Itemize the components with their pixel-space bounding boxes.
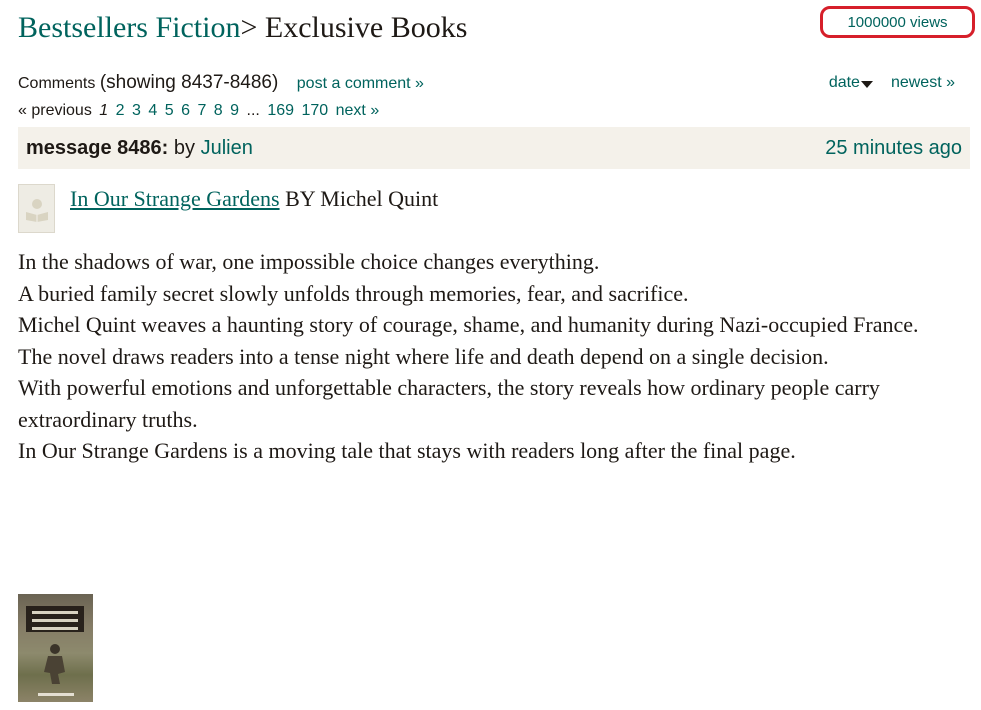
cover-figure [44, 644, 65, 684]
body-paragraph: The novel draws readers into a tense nig… [18, 343, 829, 369]
newest-link[interactable]: newest » [891, 72, 955, 94]
comments-range: (showing 8437-8486) [99, 72, 279, 93]
page-link-169[interactable]: 169 [267, 102, 294, 119]
views-count: 1000000 views [820, 6, 975, 38]
caret-down-icon[interactable] [860, 81, 873, 88]
page-title-text [257, 11, 265, 44]
message-header: message 8486: by Julien 25 minutes ago [18, 127, 970, 169]
post-comment-link[interactable]: post a comment » [297, 75, 424, 92]
page-link-9[interactable]: 9 [230, 102, 239, 119]
page-title: Bestsellers Fiction> Exclusive Books [18, 8, 467, 48]
body-paragraph: In the shadows of war, one impossible ch… [18, 249, 600, 274]
body-paragraph: Michel Quint weaves a haunting story of … [18, 312, 919, 337]
pagination: « previous 1 2 3 4 5 6 7 8 9 ... 169 170… [18, 100, 382, 122]
page-link-3[interactable]: 3 [132, 102, 141, 119]
breadcrumb-separator: > [240, 11, 258, 44]
group-link[interactable]: Bestsellers Fiction [18, 11, 240, 44]
message-meta: message 8486: by Julien [26, 137, 253, 160]
message-timestamp[interactable]: 25 minutes ago [825, 137, 962, 160]
book-icon [25, 198, 48, 222]
page-link-5[interactable]: 5 [165, 102, 174, 119]
cover-title-block [26, 606, 84, 632]
message-by: by [173, 136, 196, 159]
sort-controls: date newest » [829, 72, 955, 94]
body-paragraph: A buried family secret slowly unfolds th… [18, 280, 689, 306]
previous-page-label: « previous [18, 102, 92, 119]
message-number: message 8486: [26, 136, 169, 159]
comments-label: Comments [18, 75, 96, 92]
page-link-8[interactable]: 8 [214, 102, 223, 119]
date-sort-label[interactable]: date [829, 72, 860, 94]
message-body: In the shadows of war, one impossible ch… [18, 246, 968, 467]
author-link[interactable]: Julien [201, 137, 253, 159]
pagination-ellipsis: ... [246, 102, 260, 119]
book-reference: In Our Strange Gardens BY Michel Quint [70, 184, 438, 214]
page-link-6[interactable]: 6 [181, 102, 190, 119]
book-title-link[interactable]: In Our Strange Gardens [70, 186, 280, 211]
page-link-2[interactable]: 2 [116, 102, 125, 119]
next-page-link[interactable]: next » [336, 102, 380, 119]
date-sort-button[interactable]: date [829, 72, 873, 94]
comments-header: Comments (showing 8437-8486) post a comm… [18, 72, 424, 95]
page-link-7[interactable]: 7 [197, 102, 206, 119]
book-placeholder-icon[interactable] [18, 184, 55, 233]
page-link-4[interactable]: 4 [148, 102, 157, 119]
current-page: 1 [99, 102, 109, 119]
cover-author-strip [38, 693, 74, 696]
book-byline: BY Michel Quint [285, 186, 439, 211]
body-paragraph: With powerful emotions and unforgettable… [18, 375, 880, 432]
book-cover-image[interactable] [18, 594, 93, 702]
body-paragraph: In Our Strange Gardens is a moving tale … [18, 438, 796, 463]
topic-title: Exclusive Books [264, 11, 468, 44]
page-link-170[interactable]: 170 [301, 102, 328, 119]
views-label: 1000000 views [847, 13, 948, 31]
